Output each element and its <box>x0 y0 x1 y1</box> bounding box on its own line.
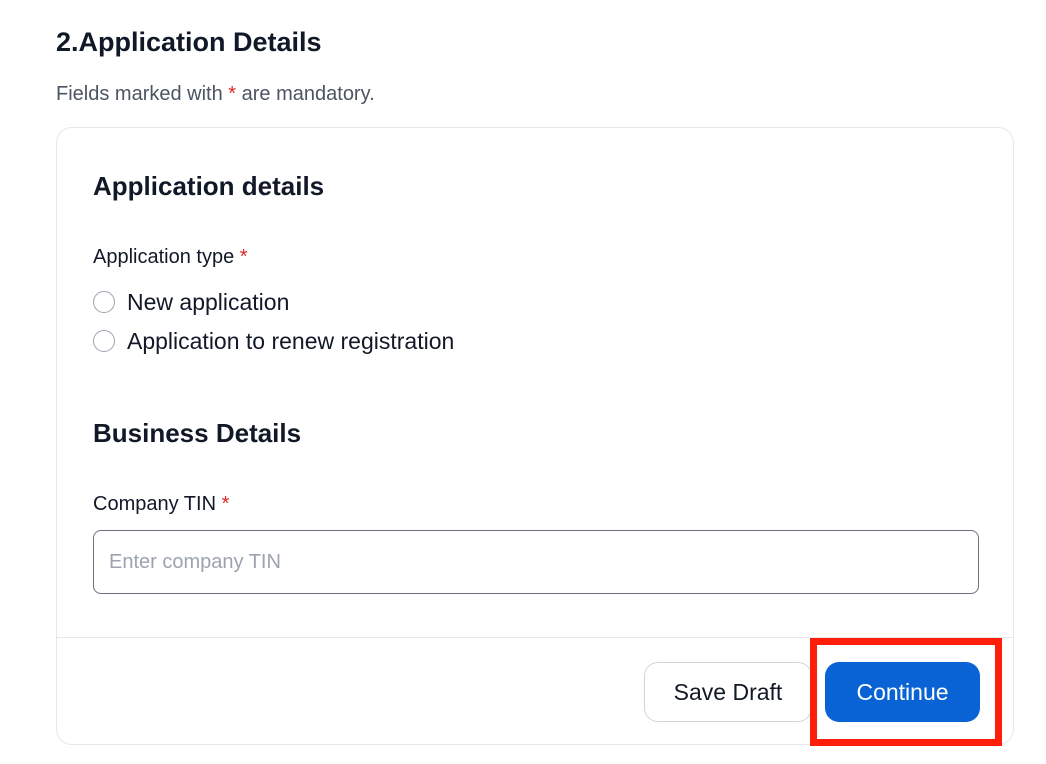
page-title: 2.Application Details <box>56 27 322 57</box>
save-draft-button[interactable]: Save Draft <box>644 662 812 722</box>
radio-label[interactable]: Application to renew registration <box>127 325 454 357</box>
application-type-label-text: Application type <box>93 246 235 268</box>
radio-label[interactable]: New application <box>127 286 289 318</box>
application-details-heading: Application details <box>93 171 325 201</box>
radio-button-icon[interactable] <box>93 330 115 352</box>
required-asterisk: * <box>228 83 237 105</box>
business-details-heading: Business Details <box>93 418 302 448</box>
mandatory-note-suffix: are mandatory. <box>241 83 375 105</box>
required-asterisk: * <box>221 493 230 515</box>
application-type-label: Application type * <box>93 243 248 271</box>
radio-button-icon[interactable] <box>93 291 115 313</box>
mandatory-note: Fields marked with * are mandatory. <box>56 80 375 108</box>
mandatory-note-prefix: Fields marked with <box>56 83 223 105</box>
continue-button[interactable]: Continue <box>825 662 980 722</box>
required-asterisk: * <box>239 246 248 268</box>
company-tin-label-text: Company TIN <box>93 493 217 515</box>
radio-new-application[interactable]: New application <box>93 286 289 318</box>
radio-renew-registration[interactable]: Application to renew registration <box>93 325 454 357</box>
company-tin-input[interactable] <box>93 530 979 594</box>
page: 2.Application Details Fields marked with… <box>0 0 1046 764</box>
application-card: Application details Application type * N… <box>56 127 1014 745</box>
footer-divider <box>57 637 1013 638</box>
company-tin-label: Company TIN * <box>93 490 229 518</box>
